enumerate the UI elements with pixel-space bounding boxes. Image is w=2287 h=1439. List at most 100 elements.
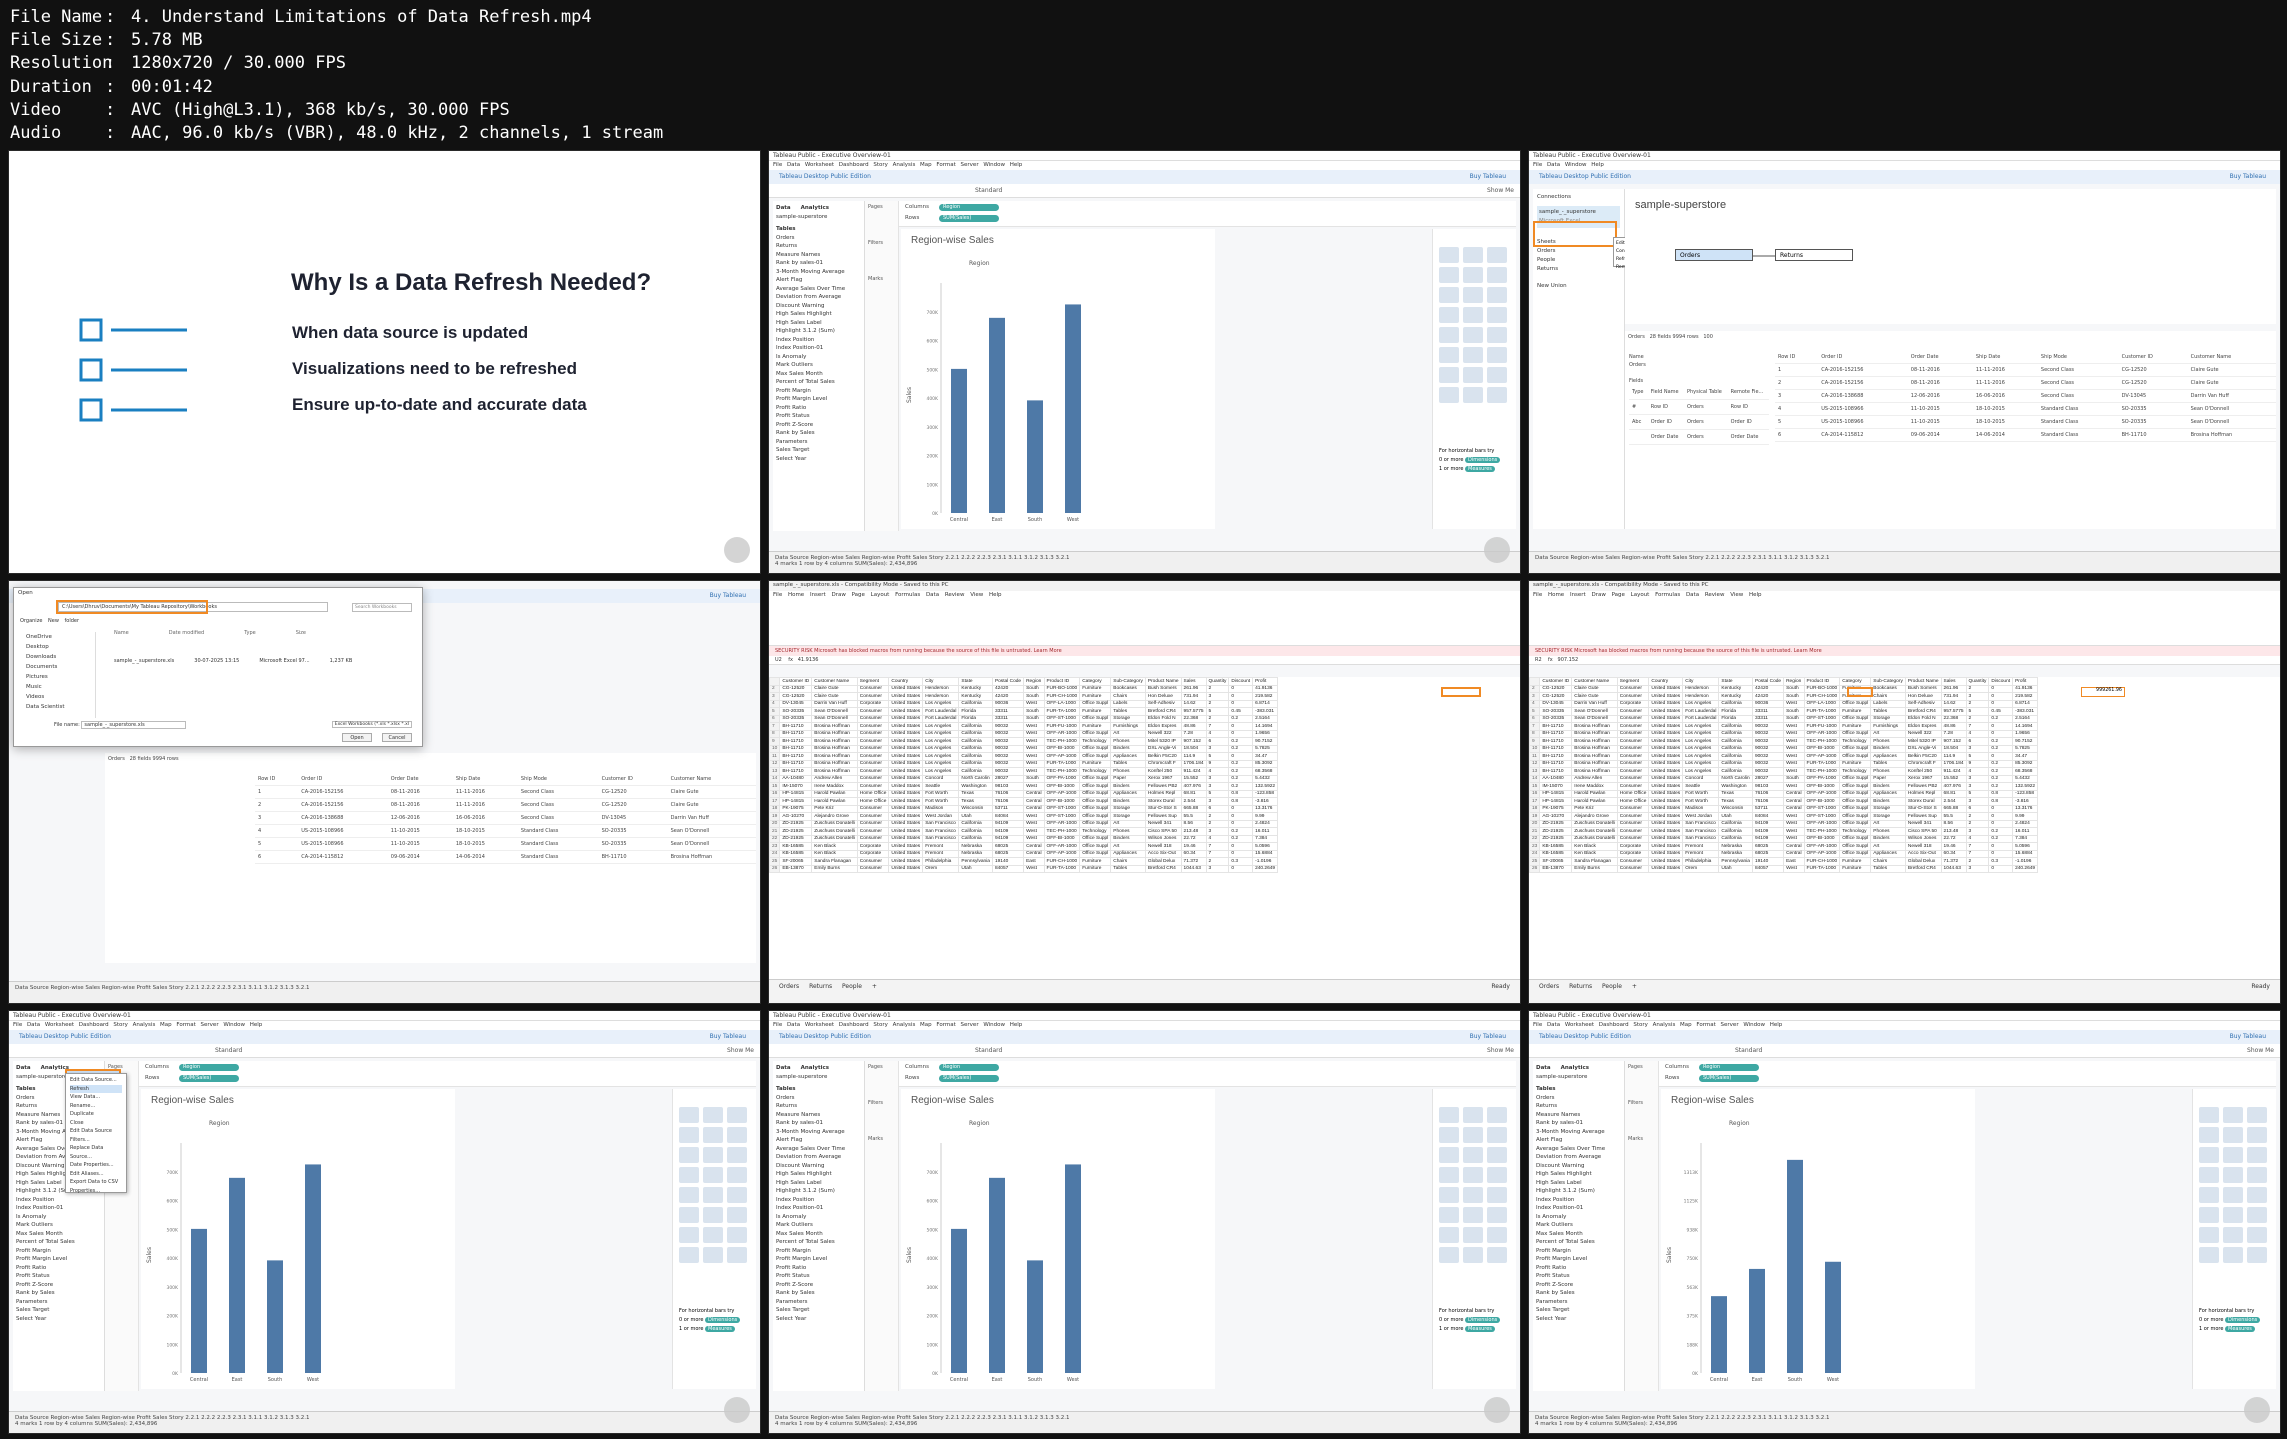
table-cell[interactable]: 19.46 xyxy=(1180,842,1207,851)
sheet-tabs[interactable]: Orders Returns People + Ready xyxy=(769,979,1520,1003)
nav-item[interactable]: Pictures xyxy=(26,672,95,682)
table-cell[interactable]: IM-15070 xyxy=(779,782,813,791)
table-cell[interactable]: 5 xyxy=(1205,752,1230,761)
table-cell[interactable]: Office Suppl xyxy=(1839,752,1872,761)
table-cell[interactable]: 1.9656 xyxy=(2012,729,2039,738)
table-cell[interactable]: OFF-AR-1000 xyxy=(1803,819,1841,828)
table-cell[interactable]: 55.5 xyxy=(1180,812,1207,821)
table-cell[interactable]: Alejandro Grove xyxy=(811,812,858,821)
chart-type-icon[interactable] xyxy=(1439,1147,1459,1163)
chart-type-icon[interactable] xyxy=(2223,1207,2243,1223)
table-cell[interactable]: Belkin F5C20 xyxy=(1144,752,1182,761)
field-item[interactable]: Rank by Sales xyxy=(776,429,861,438)
table-cell[interactable]: Acco Six-Out xyxy=(1144,849,1182,858)
field-item[interactable]: Max Sales Month xyxy=(1536,1230,1621,1239)
table-cell[interactable]: SO-20335 xyxy=(779,714,813,723)
field-item[interactable]: Profit Ratio xyxy=(776,1264,861,1273)
table-cell[interactable]: 0 xyxy=(1988,819,2014,828)
table-cell[interactable]: Brosina Hoffman xyxy=(811,737,858,746)
table-cell[interactable]: Furniture xyxy=(1079,707,1112,716)
table-cell[interactable]: 13.3176 xyxy=(2012,804,2039,813)
table-cell[interactable]: United States xyxy=(888,722,924,731)
field-item[interactable]: Max Sales Month xyxy=(16,1230,101,1239)
table-cell[interactable]: Consumer xyxy=(856,774,890,783)
table-cell[interactable]: -123.858 xyxy=(1252,789,1279,798)
table-cell[interactable]: West xyxy=(1023,699,1045,708)
field-item[interactable]: Rank by sales-01 xyxy=(1536,1119,1621,1128)
table-cell[interactable]: Consumer xyxy=(1616,774,1650,783)
table-cell[interactable]: 5 xyxy=(1205,789,1230,798)
chart-type-icon[interactable] xyxy=(1439,307,1459,323)
table-cell[interactable]: Philadelphia xyxy=(1682,857,1720,866)
field-item[interactable]: Select Year xyxy=(776,455,861,464)
field-item[interactable]: Profit Status xyxy=(16,1272,101,1281)
table-cell[interactable]: Los Angeles xyxy=(1682,759,1720,768)
table-cell[interactable]: 34.47 xyxy=(1252,752,1279,761)
table-cell[interactable]: North Carolin xyxy=(1718,774,1753,783)
table-cell[interactable]: OFF-BI-1000 xyxy=(1803,744,1841,753)
table-cell[interactable]: DV-13045 xyxy=(1539,699,1573,708)
table-cell[interactable]: 68.81 xyxy=(1180,789,1207,798)
table-cell[interactable]: PK-19075 xyxy=(779,804,813,813)
table-cell[interactable]: Consumer xyxy=(1616,857,1650,866)
field-item[interactable]: Measure Names xyxy=(776,1111,861,1120)
table-cell[interactable]: 33311 xyxy=(1751,707,1785,716)
ribbon-tabs[interactable]: File Home Insert Draw Page Layout Formul… xyxy=(769,591,1520,600)
table-cell[interactable]: San Francisco xyxy=(1682,819,1720,828)
table-cell[interactable]: United States xyxy=(1648,759,1684,768)
table-cell[interactable]: 0.2 xyxy=(1228,774,1254,783)
table-cell[interactable]: 0 xyxy=(1988,699,2014,708)
table-cell[interactable]: 33311 xyxy=(1751,714,1785,723)
table-cell[interactable]: United States xyxy=(888,699,924,708)
table-cell[interactable]: FUR-TA-1000 xyxy=(1803,759,1841,768)
table-cell[interactable]: California xyxy=(1718,767,1753,776)
table-cell[interactable]: 219.582 xyxy=(2012,692,2039,701)
table-cell[interactable]: South xyxy=(1023,707,1045,716)
table-cell[interactable]: Brosina Hoffman xyxy=(811,722,858,731)
column-header[interactable]: Category xyxy=(1839,677,1872,686)
table-cell[interactable]: Konftel 250 xyxy=(1904,767,1942,776)
table-cell[interactable]: Concord xyxy=(1682,774,1720,783)
table-cell[interactable]: California xyxy=(1718,722,1753,731)
table-cell[interactable]: 1706.184 xyxy=(1180,759,1207,768)
table-cell[interactable]: 0 xyxy=(1988,812,2014,821)
table-cell[interactable]: 5.4432 xyxy=(2012,774,2039,783)
table-cell[interactable]: 0 xyxy=(1988,752,2014,761)
table-cell[interactable]: United States xyxy=(1648,857,1684,866)
table-cell[interactable]: Fremont xyxy=(922,842,960,851)
table-cell[interactable]: West xyxy=(1023,812,1045,821)
table-cell[interactable]: Darrin Van Huff xyxy=(811,699,858,708)
chart-type-icon[interactable] xyxy=(679,1167,699,1183)
table-cell[interactable]: -3.816 xyxy=(1252,797,1279,806)
table-cell[interactable]: 0.8 xyxy=(1988,789,2014,798)
table-cell[interactable]: 94109 xyxy=(1751,827,1785,836)
field-item[interactable]: Profit Z-Score xyxy=(16,1281,101,1290)
table-cell[interactable]: Office Suppl xyxy=(1079,774,1112,783)
table-cell[interactable]: 9.99 xyxy=(1252,812,1279,821)
table-cell[interactable]: 14.62 xyxy=(1940,699,1967,708)
table-cell[interactable]: 3 xyxy=(1965,774,1990,783)
table-cell[interactable]: United States xyxy=(888,707,924,716)
table-cell[interactable]: Corporate xyxy=(856,842,890,851)
table-cell[interactable]: 0.2 xyxy=(1988,834,2014,843)
table-cell[interactable]: United States xyxy=(1648,737,1684,746)
chart-type-icon[interactable] xyxy=(1439,387,1459,403)
chart-type-icon[interactable] xyxy=(679,1107,699,1123)
table-cell[interactable]: California xyxy=(958,729,993,738)
table-cell[interactable]: Furniture xyxy=(1839,864,1872,873)
table-cell[interactable]: 0 xyxy=(1988,722,2014,731)
chart-type-icon[interactable] xyxy=(1439,1207,1459,1223)
table-cell[interactable]: Hon Deluxe xyxy=(1144,692,1182,701)
table-cell[interactable]: Sean O'Donnell xyxy=(1571,707,1618,716)
column-header[interactable]: Remote Fie... xyxy=(1727,385,1769,400)
table-cell[interactable]: 84084 xyxy=(1751,812,1785,821)
table-cell[interactable]: AG-10270 xyxy=(779,812,813,821)
table-cell[interactable]: 0.45 xyxy=(1228,707,1254,716)
table-cell[interactable]: 0 xyxy=(1228,849,1254,858)
table-cell[interactable]: 0 xyxy=(1228,812,1254,821)
table-cell[interactable]: 9.99 xyxy=(2012,812,2039,821)
rows-pill[interactable]: SUM(Sales) xyxy=(939,215,999,222)
table-cell[interactable]: 2 xyxy=(1205,699,1230,708)
table-cell[interactable]: 6 xyxy=(1205,737,1230,746)
chart-type-icon[interactable] xyxy=(727,1127,747,1143)
